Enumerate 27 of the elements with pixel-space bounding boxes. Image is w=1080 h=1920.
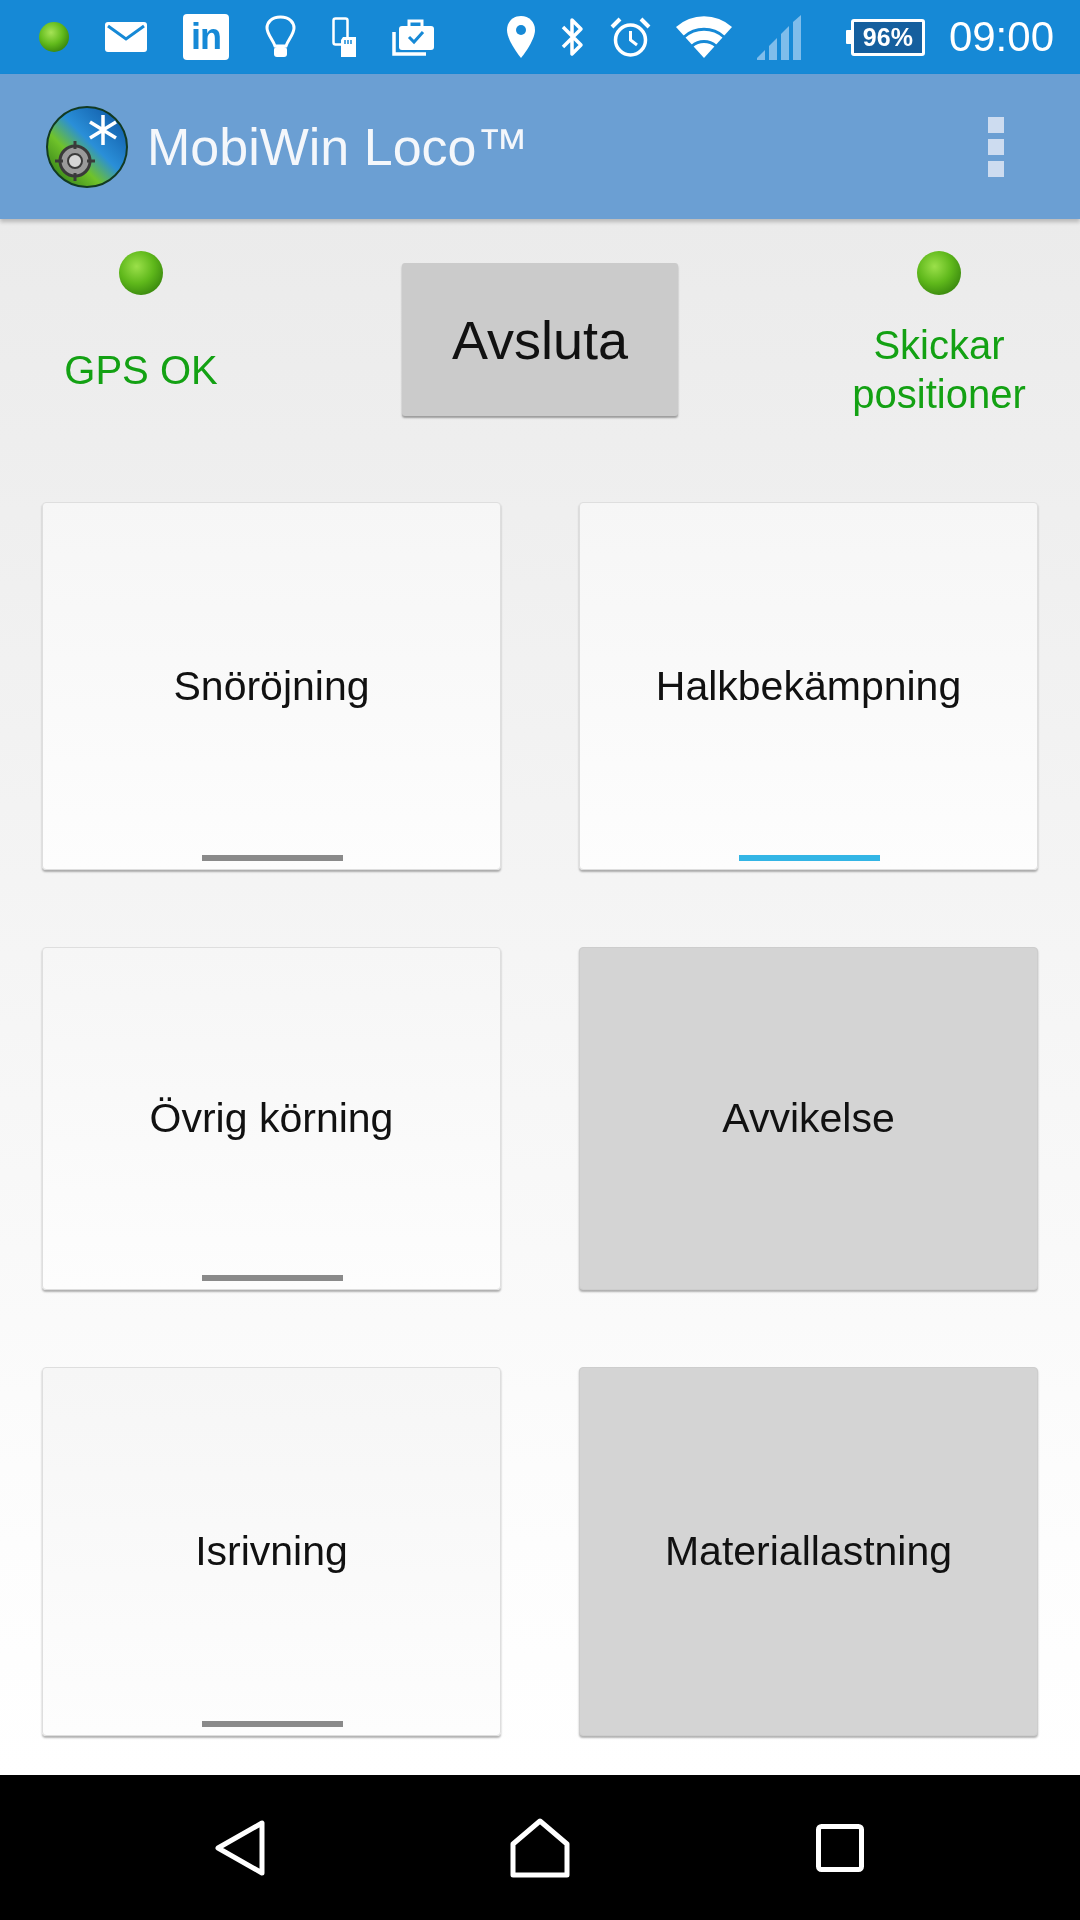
action-tile[interactable]: Avvikelse — [579, 947, 1038, 1290]
phone-card-icon — [332, 17, 356, 57]
battery-indicator: 96% — [845, 18, 925, 56]
status-label: Skickar positioner — [851, 322, 1027, 418]
toggle-tile[interactable]: Övrig körning — [42, 947, 501, 1290]
alarm-clock-icon — [609, 16, 651, 58]
back-icon[interactable] — [214, 1818, 266, 1877]
lamp-icon — [265, 15, 296, 59]
action-tile[interactable]: Materiallastning — [579, 1367, 1038, 1736]
toggle-tile[interactable]: Halkbekämpning — [579, 502, 1038, 870]
location-pin-icon — [505, 15, 536, 59]
briefcase-check-icon — [392, 18, 434, 56]
exit-button[interactable]: Avsluta — [402, 263, 678, 416]
signal-bars-icon — [756, 14, 802, 60]
recents-icon[interactable] — [816, 1823, 864, 1872]
status-time: 09:00 — [948, 13, 1054, 61]
mail-icon — [105, 22, 147, 52]
app-logo-badge: in — [183, 14, 229, 60]
notification-led-icon — [39, 22, 69, 52]
status-label: GPS OK — [64, 346, 218, 394]
toggle-tile[interactable]: Snöröjning — [42, 502, 501, 870]
globe-logo-icon — [45, 104, 129, 189]
toggle-tile[interactable]: Isrivning — [42, 1367, 501, 1736]
wifi-icon — [674, 15, 733, 59]
bluetooth-icon — [559, 15, 586, 59]
app-title: MobiWin Loco™ — [147, 116, 530, 177]
home-icon[interactable] — [510, 1817, 570, 1878]
